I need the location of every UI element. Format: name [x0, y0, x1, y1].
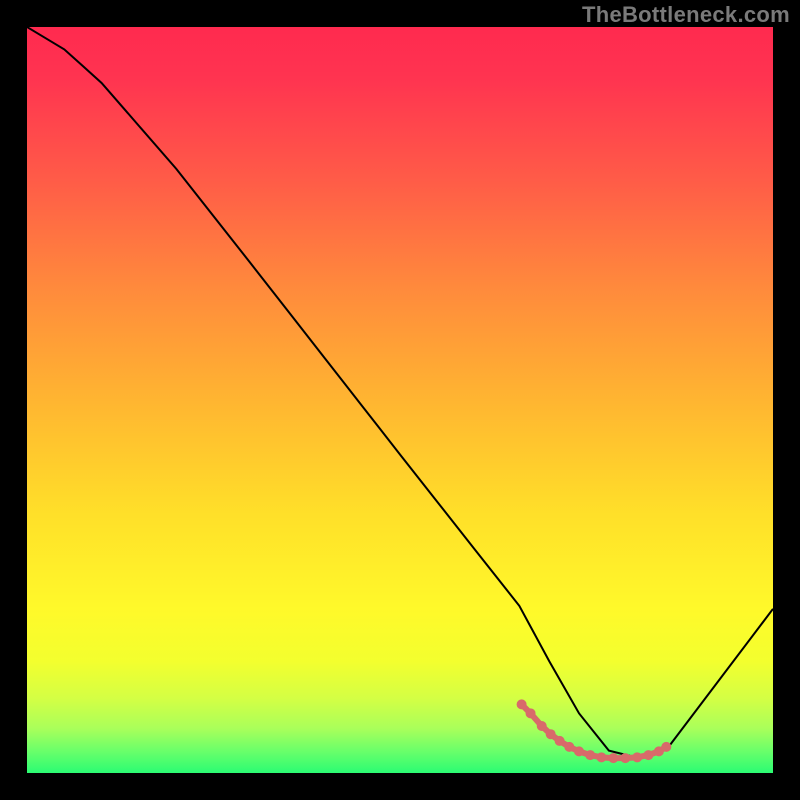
marker-dot [620, 753, 630, 763]
marker-dot [632, 752, 642, 762]
marker-dot [596, 752, 606, 762]
watermark-text: TheBottleneck.com [582, 2, 790, 28]
marker-dot [555, 736, 565, 746]
chart-page: TheBottleneck.com [0, 0, 800, 800]
marker-dot [574, 746, 584, 756]
marker-dot [526, 708, 536, 718]
marker-dot [537, 721, 547, 731]
bottleneck-chart [27, 27, 773, 773]
chart-frame [27, 27, 773, 773]
marker-dot [585, 750, 595, 760]
marker-dot [643, 750, 653, 760]
marker-dot [546, 729, 556, 739]
marker-dot [564, 742, 574, 752]
marker-dot [517, 699, 527, 709]
marker-dot [608, 753, 618, 763]
gradient-background [27, 27, 773, 773]
marker-dot [661, 742, 671, 752]
